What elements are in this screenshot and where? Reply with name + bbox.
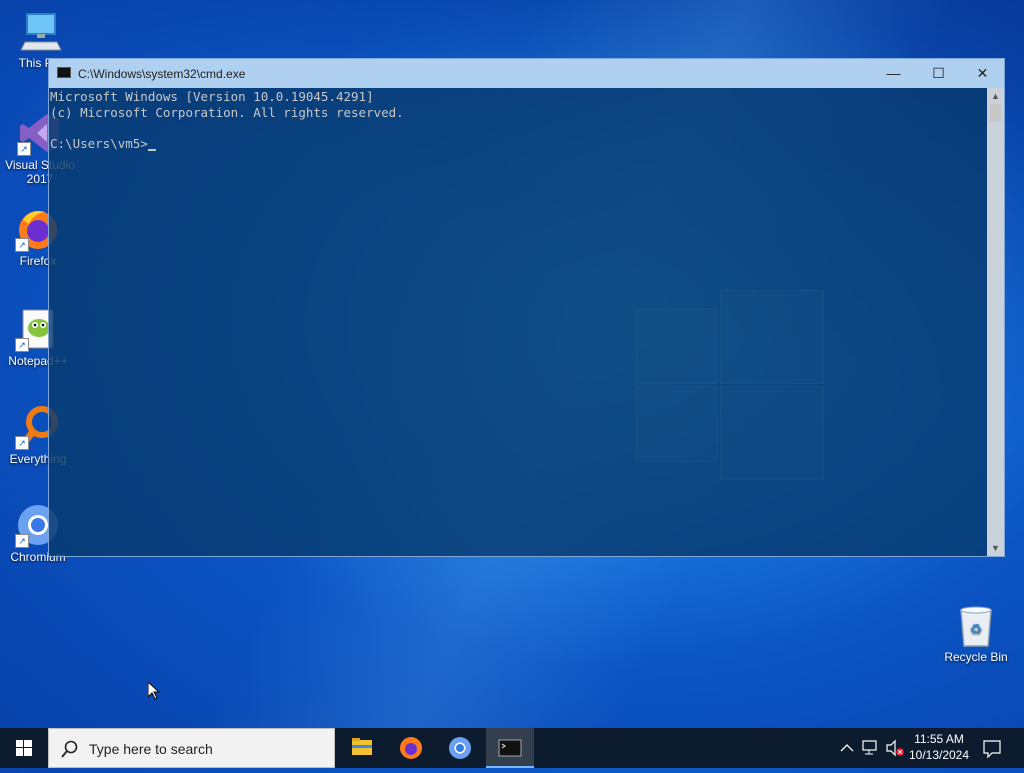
taskbar: Type here to search 11:55 AM 10/13/2024 — [0, 728, 1024, 768]
taskbar-clock[interactable]: 11:55 AM 10/13/2024 — [900, 731, 978, 763]
minimize-button[interactable]: — — [871, 59, 916, 88]
taskbar-firefox[interactable] — [387, 728, 435, 768]
start-button[interactable] — [0, 728, 48, 768]
scroll-down-arrow-icon[interactable]: ▼ — [987, 541, 1004, 555]
cmd-window-icon — [57, 67, 71, 78]
shortcut-arrow-icon: ↗ — [17, 142, 31, 156]
console-line: (c) Microsoft Corporation. All rights re… — [50, 104, 404, 120]
chromium-icon — [449, 737, 471, 759]
windows-start-icon — [16, 740, 32, 756]
taskbar-search-box[interactable]: Type here to search — [48, 728, 335, 768]
taskbar-cmd[interactable] — [486, 728, 534, 768]
recycle-bin-icon: ♻ — [953, 602, 999, 648]
console-prompt: C:\Users\vm5> — [50, 135, 148, 151]
scroll-up-arrow-icon[interactable]: ▲ — [987, 89, 1004, 103]
search-placeholder: Type here to search — [89, 741, 213, 757]
cmd-window[interactable]: C:\Windows\system32\cmd.exe — ☐ ✕ Micros… — [48, 58, 1005, 557]
cmd-icon — [498, 739, 522, 757]
shortcut-arrow-icon: ↗ — [15, 338, 29, 352]
taskbar-file-explorer[interactable] — [338, 728, 386, 768]
tray-show-hidden-icons[interactable] — [838, 728, 856, 768]
text-cursor — [147, 148, 156, 151]
desktop-icon-label: Recycle Bin — [944, 650, 1008, 664]
shortcut-arrow-icon: ↗ — [15, 534, 29, 548]
console-line: Microsoft Windows [Version 10.0.19045.42… — [50, 89, 374, 104]
cmd-title-bar[interactable]: C:\Windows\system32\cmd.exe — ☐ ✕ — [49, 59, 1004, 88]
shortcut-arrow-icon: ↗ — [15, 238, 29, 252]
scrollbar-thumb[interactable] — [990, 104, 1001, 122]
clock-date: 10/13/2024 — [908, 748, 970, 762]
maximize-button[interactable]: ☐ — [916, 59, 961, 88]
network-icon — [862, 740, 877, 755]
vertical-scrollbar[interactable]: ▲ ▼ — [987, 88, 1004, 556]
notification-icon — [983, 740, 1001, 759]
taskbar-chromium[interactable] — [436, 728, 484, 768]
folder-icon — [352, 738, 372, 755]
tray-network[interactable] — [860, 728, 882, 768]
action-center-button[interactable] — [980, 728, 1004, 768]
chevron-up-icon — [840, 744, 854, 752]
mouse-pointer-icon — [148, 682, 160, 700]
desktop-icon-recycle-bin[interactable]: ♻ Recycle Bin — [938, 602, 1014, 664]
shortcut-arrow-icon: ↗ — [15, 436, 29, 450]
cmd-console[interactable]: Microsoft Windows [Version 10.0.19045.42… — [49, 88, 987, 556]
search-icon — [61, 740, 78, 758]
clock-time: 11:55 AM — [914, 732, 964, 746]
cmd-window-title: C:\Windows\system32\cmd.exe — [78, 67, 246, 81]
computer-icon — [17, 8, 63, 54]
firefox-icon — [400, 737, 422, 759]
close-button[interactable]: ✕ — [960, 59, 1005, 88]
svg-text:♻: ♻ — [970, 621, 983, 637]
